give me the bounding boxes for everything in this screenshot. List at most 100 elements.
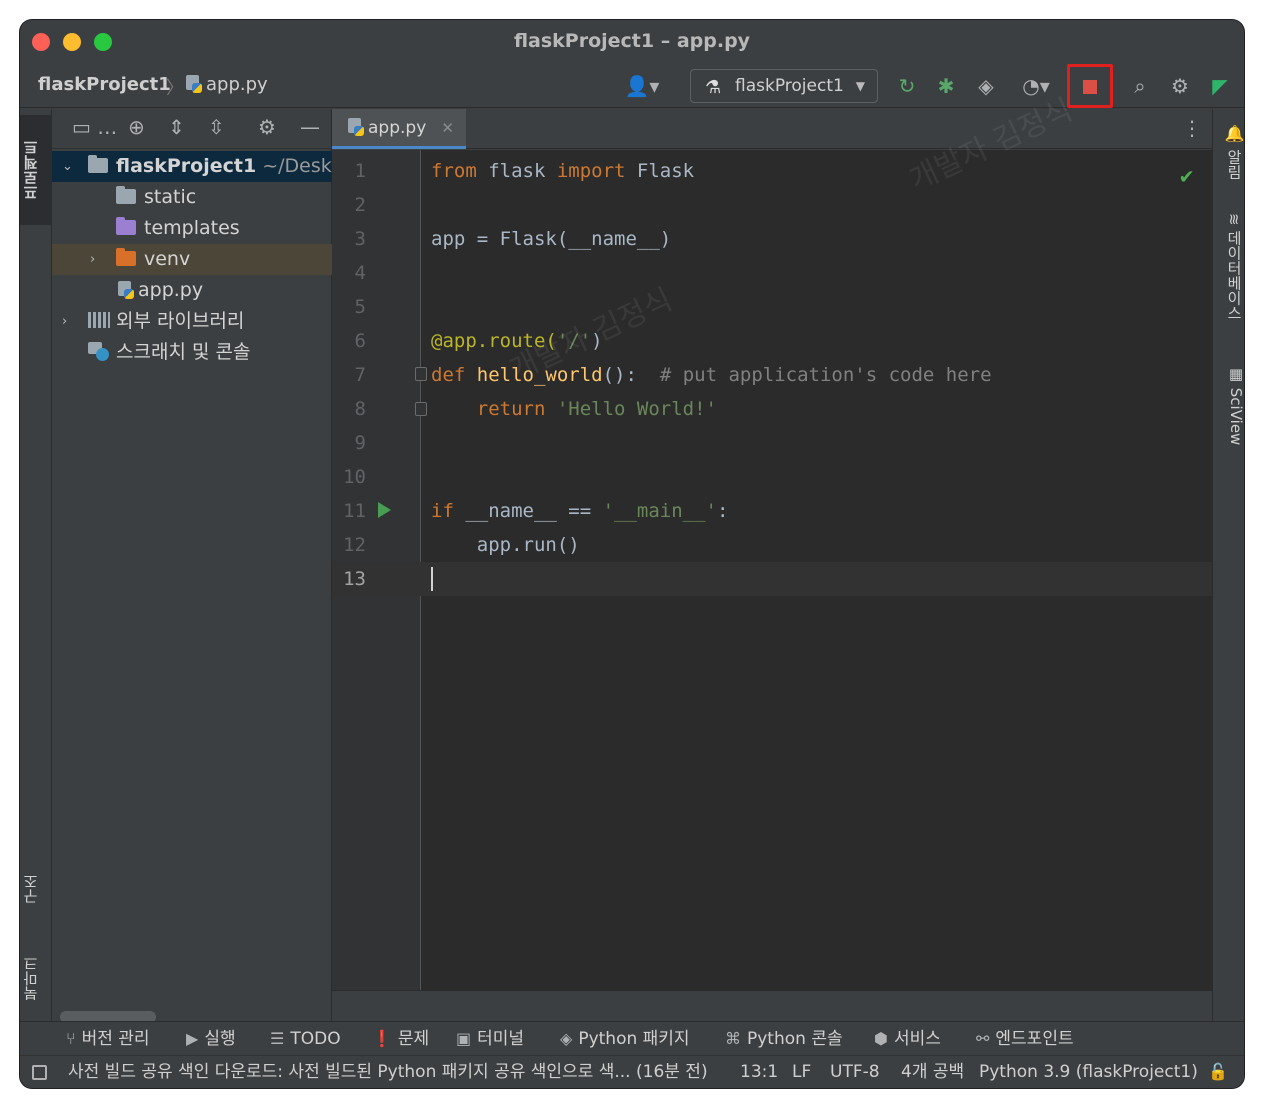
status-message[interactable]: 사전 빌드 공유 색인 다운로드: 사전 빌드된 Python 패키지 공유 색… <box>68 1056 708 1088</box>
indent-setting[interactable]: 4개 공백 <box>901 1056 964 1088</box>
python-file-icon <box>348 118 364 136</box>
breadcrumb-project[interactable]: flaskProject1 <box>38 74 171 95</box>
tree-item-root[interactable]: ⌄ flaskProject1 ~/Desktop <box>52 151 332 182</box>
python-icon: ⌘ <box>725 1029 741 1048</box>
code-editor[interactable]: 1 from flask import Flask ✔ 2 3 app = Fl… <box>332 92 1212 990</box>
python-interpreter[interactable]: Python 3.9 (flaskProject1) <box>979 1056 1198 1088</box>
user-icon[interactable]: 👤▾ <box>620 72 664 100</box>
tool-terminal[interactable]: ▣ 터미널 <box>456 1022 524 1056</box>
view-options-icon[interactable]: ▭ … <box>72 115 117 139</box>
code-line[interactable]: 3 app = Flask(__name__) <box>332 222 1212 256</box>
chevron-right-icon: › <box>90 252 96 267</box>
breadcrumb-file-label: app.py <box>206 74 268 95</box>
tree-item-scratches[interactable]: 스크래치 및 콘솔 <box>52 337 332 368</box>
tool-todo[interactable]: ☰ TODO <box>270 1022 341 1056</box>
tab-project[interactable]: 프로젝트 <box>20 115 52 225</box>
tab-database[interactable]: ≋ 데이터베이스 <box>1213 207 1244 327</box>
chevron-right-icon: › <box>62 314 68 329</box>
folder-icon <box>116 217 136 235</box>
fold-icon[interactable] <box>415 367 427 381</box>
profile-icon[interactable]: ◔▾ <box>1012 72 1060 100</box>
debug-icon[interactable]: ✱ <box>932 72 960 100</box>
caret-position[interactable]: 13:1 <box>740 1056 778 1088</box>
tool-python-packages[interactable]: ◈ Python 패키지 <box>560 1022 690 1056</box>
code-line[interactable]: 8 return 'Hello World!' <box>332 392 1212 426</box>
tree-item-templates[interactable]: templates <box>52 213 332 244</box>
close-icon[interactable]: ✕ <box>441 109 454 147</box>
line-separator[interactable]: LF <box>792 1056 811 1088</box>
tab-notifications[interactable]: 🔔 알림 <box>1213 117 1244 187</box>
tree-item-app-py[interactable]: app.py <box>52 275 332 306</box>
stop-button[interactable] <box>1067 64 1113 108</box>
tab-sciview[interactable]: ▦ SciView <box>1213 355 1244 455</box>
code-line[interactable]: 5 <box>332 290 1212 324</box>
tool-endpoints[interactable]: ⚯ 엔드포인트 <box>976 1022 1074 1056</box>
branch-icon: ⑂ <box>66 1029 76 1048</box>
line-number: 12 <box>343 534 366 556</box>
breadcrumb-separator: 〉 <box>166 78 184 99</box>
tree-item-external-libraries[interactable]: › 외부 라이브러리 <box>52 306 332 337</box>
unlock-icon[interactable]: 🔓 <box>1208 1062 1228 1081</box>
settings-icon[interactable]: ⚙ <box>1166 72 1194 100</box>
tab-bookmarks[interactable]: 북마크 <box>20 939 52 1019</box>
terminal-icon: ▣ <box>456 1029 472 1048</box>
code-line[interactable]: 1 from flask import Flask ✔ <box>332 154 1212 189</box>
endpoints-icon: ⚯ <box>976 1029 990 1048</box>
tab-notifications-label: 알림 <box>1225 149 1243 180</box>
navigation-bar: flaskProject1 〉 app.py 👤▾ ⚗ flaskProject… <box>20 64 1244 108</box>
chevron-down-icon: ⌄ <box>62 159 73 174</box>
window-title: flaskProject1 – app.py <box>513 30 751 52</box>
tool-problems[interactable]: ❗ 문제 <box>372 1022 429 1056</box>
collapse-all-icon[interactable]: ⇳ <box>208 115 225 139</box>
warning-icon: ❗ <box>372 1029 392 1048</box>
line-number: 3 <box>354 228 366 250</box>
file-encoding[interactable]: UTF-8 <box>830 1056 880 1088</box>
expand-all-icon[interactable]: ⇕ <box>168 115 185 139</box>
more-options-icon[interactable]: ⋮ <box>1182 116 1202 140</box>
run-gutter-icon[interactable] <box>378 502 391 518</box>
flask-icon: ⚗ <box>705 77 722 98</box>
tool-vcs[interactable]: ⑂ 버전 관리 <box>66 1022 150 1056</box>
list-icon: ☰ <box>270 1029 285 1048</box>
tree-item-venv[interactable]: › venv <box>52 244 332 275</box>
tool-run[interactable]: ▶ 실행 <box>186 1022 236 1056</box>
hide-panel-icon[interactable]: — <box>300 115 320 139</box>
breadcrumb-file[interactable]: app.py <box>186 74 268 95</box>
search-icon[interactable]: ⌕ <box>1126 72 1154 100</box>
editor-tab-bar: app.py ✕ <box>332 109 1212 149</box>
tab-structure[interactable]: 구조 <box>20 849 52 929</box>
tree-root-label: flaskProject1 <box>116 155 257 177</box>
line-number: 4 <box>354 262 366 284</box>
tool-services[interactable]: ⬢ 서비스 <box>874 1022 941 1056</box>
fold-end-icon[interactable] <box>415 402 427 416</box>
run-configuration-select[interactable]: ⚗ flaskProject1 ▼ <box>690 69 878 103</box>
rerun-icon[interactable]: ↻ <box>893 72 921 100</box>
tree-item-label: 스크래치 및 콘솔 <box>116 341 251 363</box>
code-with-me-icon[interactable]: ◤ <box>1206 72 1234 100</box>
code-line[interactable]: 12 app.run() <box>332 528 1212 562</box>
code-line[interactable]: 9 <box>332 426 1212 460</box>
line-number: 5 <box>354 296 366 318</box>
code-line[interactable]: 10 <box>332 460 1212 494</box>
gear-icon[interactable]: ⚙ <box>258 115 276 139</box>
tree-item-static[interactable]: static <box>52 182 332 213</box>
tool-window-bar: ⑂ 버전 관리 ▶ 실행 ☰ TODO ❗ 문제 ▣ 터미널 ◈ Python 패키지 ⌘ P… <box>20 1021 1244 1055</box>
tree-item-label: templates <box>144 217 240 239</box>
tab-app-py[interactable]: app.py ✕ <box>332 109 466 149</box>
ide-window: flaskProject1 – app.py flaskProject1 〉 a… <box>20 20 1244 1088</box>
code-line[interactable]: 6 @app.route('/') <box>332 324 1212 358</box>
right-tool-strip: 🔔 알림 ≋ 데이터베이스 ▦ SciView <box>1212 109 1244 1031</box>
toggle-tool-windows-icon[interactable] <box>32 1065 47 1080</box>
code-line[interactable]: 4 <box>332 256 1212 290</box>
coverage-icon[interactable]: ◈ <box>972 72 1000 100</box>
tool-python-console[interactable]: ⌘ Python 콘솔 <box>725 1022 843 1056</box>
code-line[interactable]: 2 <box>332 188 1212 222</box>
code-line-current[interactable]: 13 <box>332 562 1212 596</box>
code-line[interactable]: 7 def hello_world(): # put application's… <box>332 358 1212 392</box>
line-number: 8 <box>354 398 366 420</box>
tree-item-label: app.py <box>138 279 204 301</box>
locate-file-icon[interactable]: ⊕ <box>128 115 145 139</box>
library-icon <box>88 312 110 328</box>
left-tool-strip: 프로젝트 구조 북마크 <box>20 109 52 1031</box>
code-line[interactable]: 11 if __name__ == '__main__': <box>332 494 1212 528</box>
